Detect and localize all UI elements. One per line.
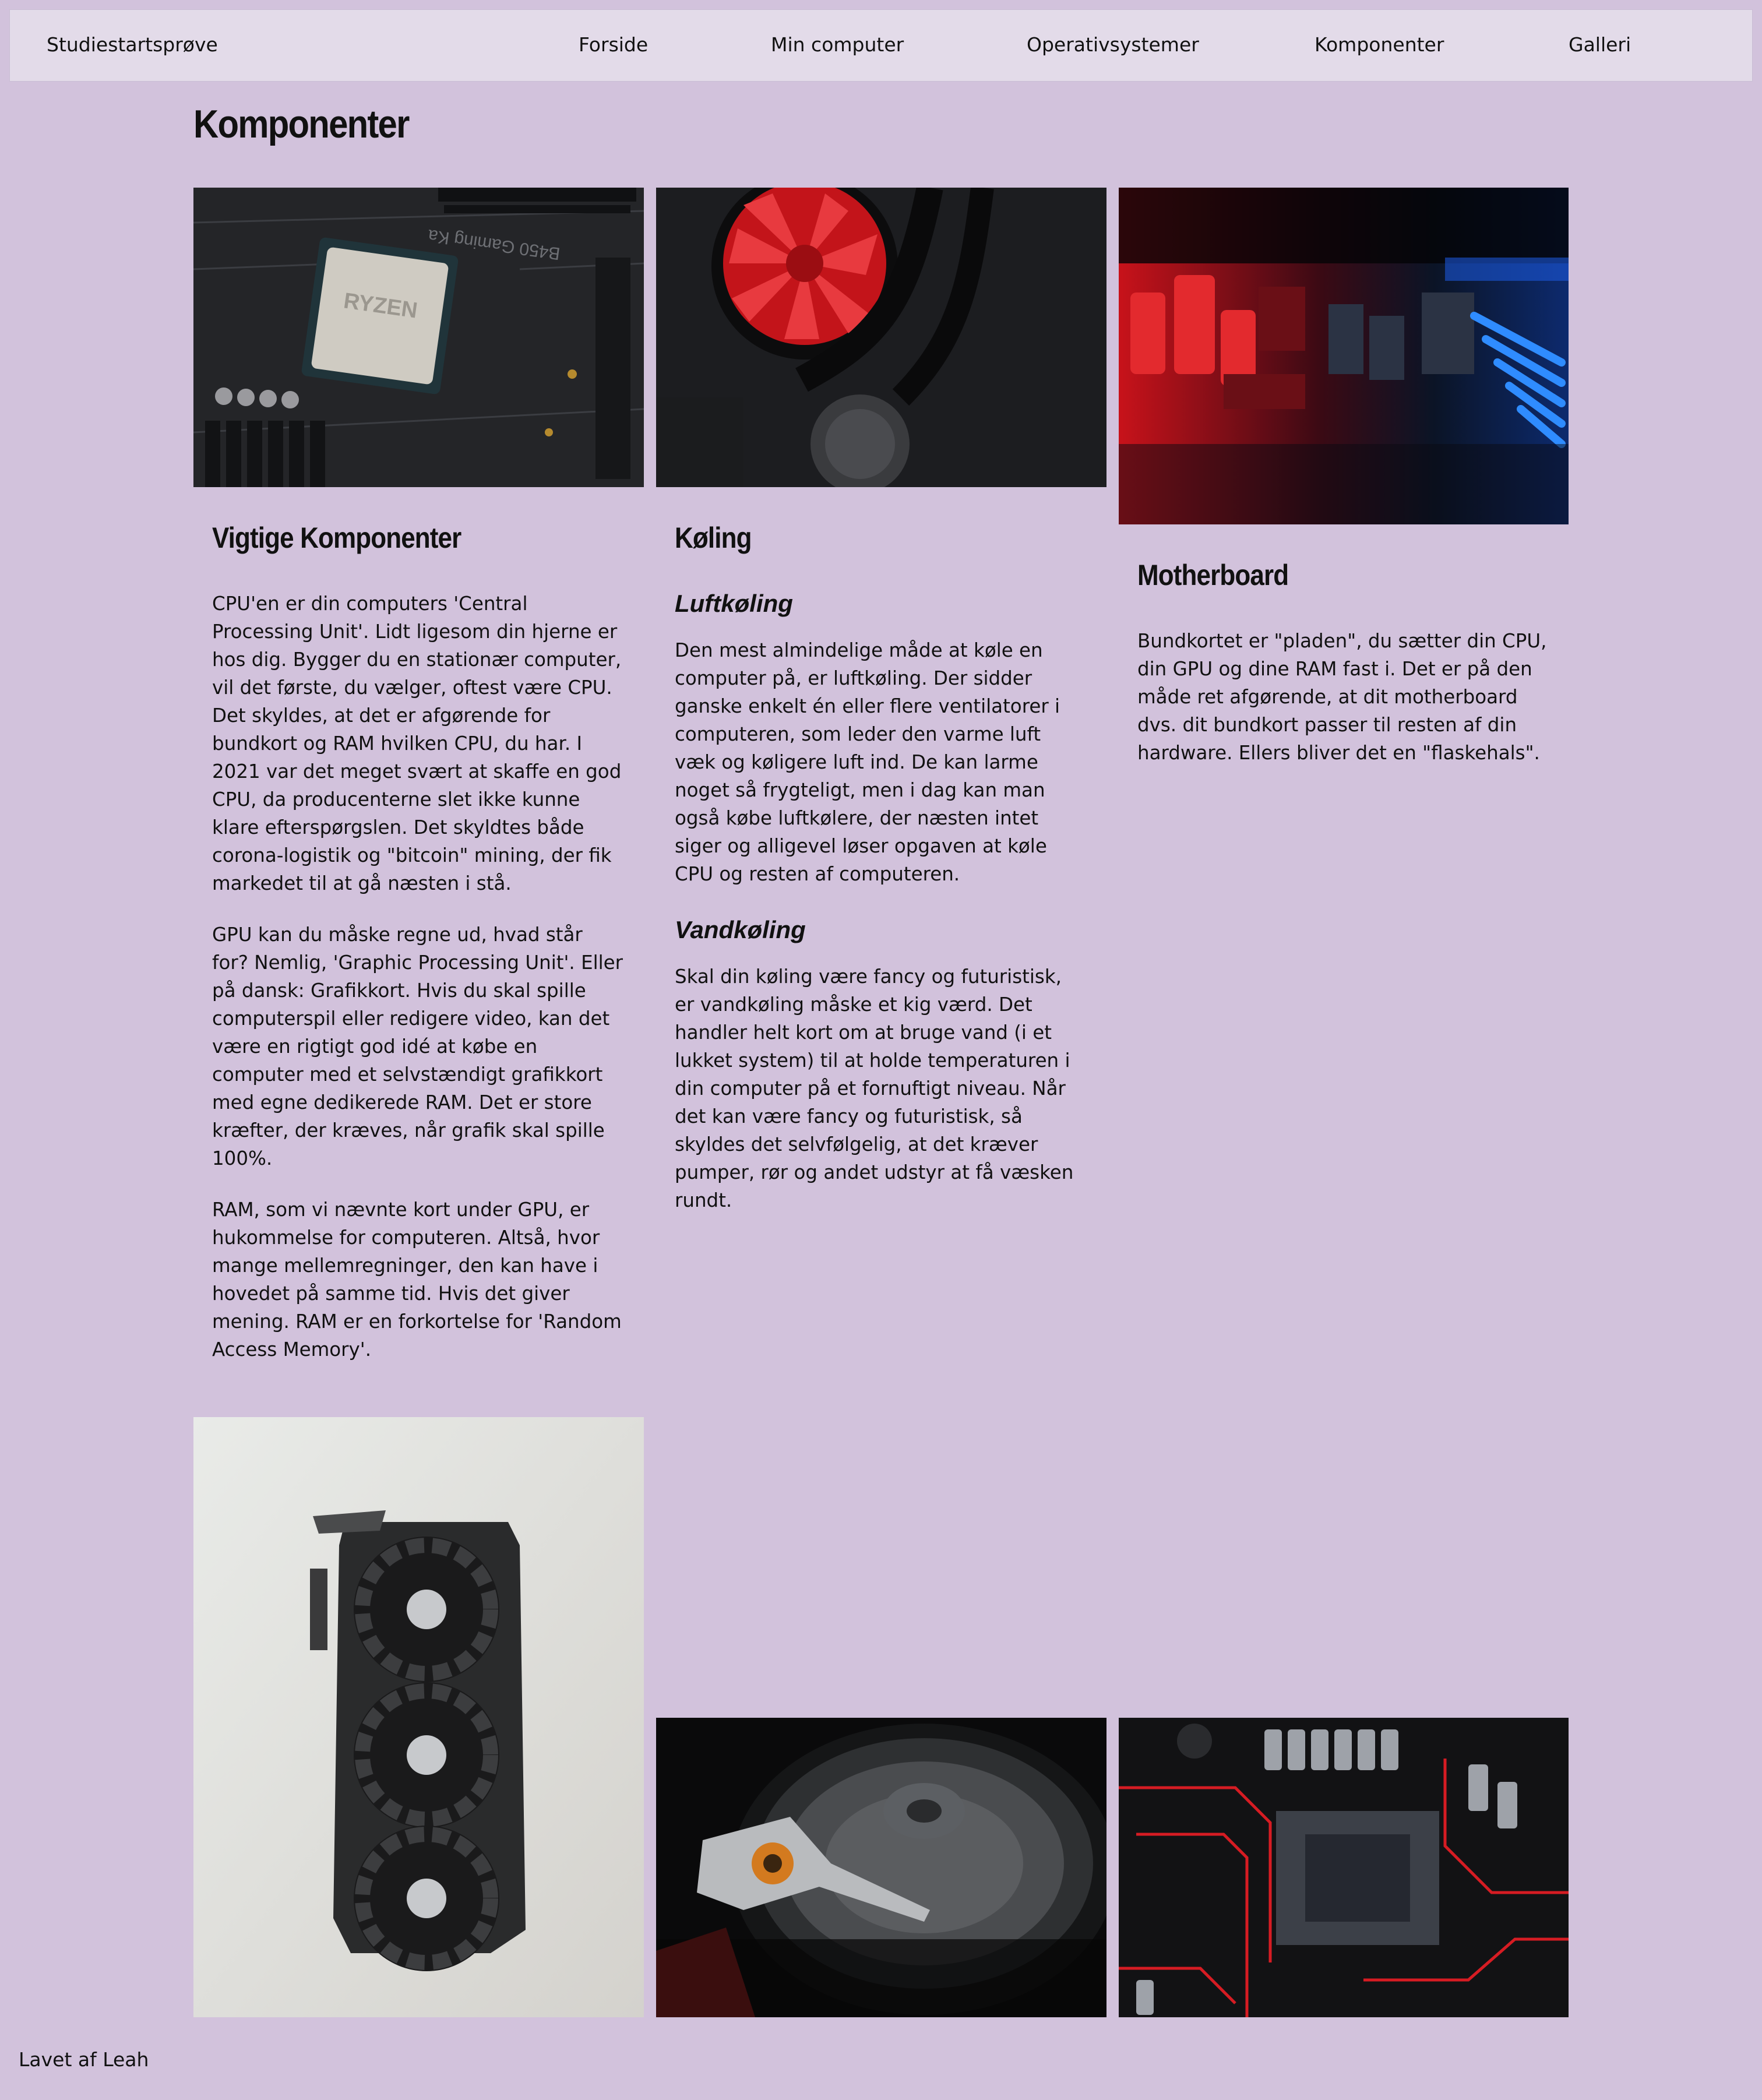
cpu-paragraph: CPU'en er din computers 'Central Process… bbox=[212, 593, 622, 894]
motherboard-paragraph: Bundkortet er "pladen", du sætter din CP… bbox=[1137, 630, 1547, 764]
navbar: Studiestartsprøve Forside Min computer O… bbox=[9, 9, 1753, 82]
koling-heading: Køling bbox=[675, 522, 752, 554]
nav-brand[interactable]: Studiestartsprøve bbox=[47, 31, 218, 58]
nav-link-operativsystemer[interactable]: Operativsystemer bbox=[1027, 31, 1199, 58]
motherboard-closeup-photo bbox=[1119, 188, 1569, 524]
asus-motherboard-photo bbox=[1119, 1718, 1569, 2017]
gpu-paragraph: GPU kan du måske regne ud, hvad står for… bbox=[212, 924, 623, 1169]
cpu-photo: RYZEN B450 Gaming Ka bbox=[193, 188, 644, 487]
nav-link-galleri[interactable]: Galleri bbox=[1569, 31, 1631, 58]
luftkoling-heading: Luftkøling bbox=[675, 590, 793, 617]
hard-drive-photo bbox=[656, 1718, 1106, 2017]
motherboard-section: Motherboard Bundkortet er "pladen", du s… bbox=[1137, 555, 1549, 767]
vandkoling-paragraph: Skal din køling være fancy og futuristis… bbox=[675, 966, 1074, 1211]
koling-section: Køling Luftkøling Den mest almindelige m… bbox=[675, 517, 1086, 1214]
graphics-card-photo bbox=[193, 1417, 644, 2017]
nav-link-komponenter[interactable]: Komponenter bbox=[1315, 31, 1444, 58]
nav-link-min-computer[interactable]: Min computer bbox=[771, 31, 904, 58]
motherboard-heading: Motherboard bbox=[1137, 559, 1289, 591]
ram-paragraph: RAM, som vi nævnte kort under GPU, er hu… bbox=[212, 1199, 622, 1361]
vigtige-komponenter-section: Vigtige Komponenter CPU'en er din comput… bbox=[212, 517, 623, 1363]
luftkoling-paragraph: Den mest almindelige måde at køle en com… bbox=[675, 639, 1060, 885]
vigtige-komponenter-heading: Vigtige Komponenter bbox=[212, 522, 461, 554]
footer-credit: Lavet af Leah bbox=[19, 2048, 149, 2071]
page-title: Komponenter bbox=[193, 102, 410, 146]
cooler-fan-photo bbox=[656, 188, 1106, 487]
nav-link-forside[interactable]: Forside bbox=[579, 31, 648, 58]
vandkoling-heading: Vandkøling bbox=[675, 916, 806, 943]
